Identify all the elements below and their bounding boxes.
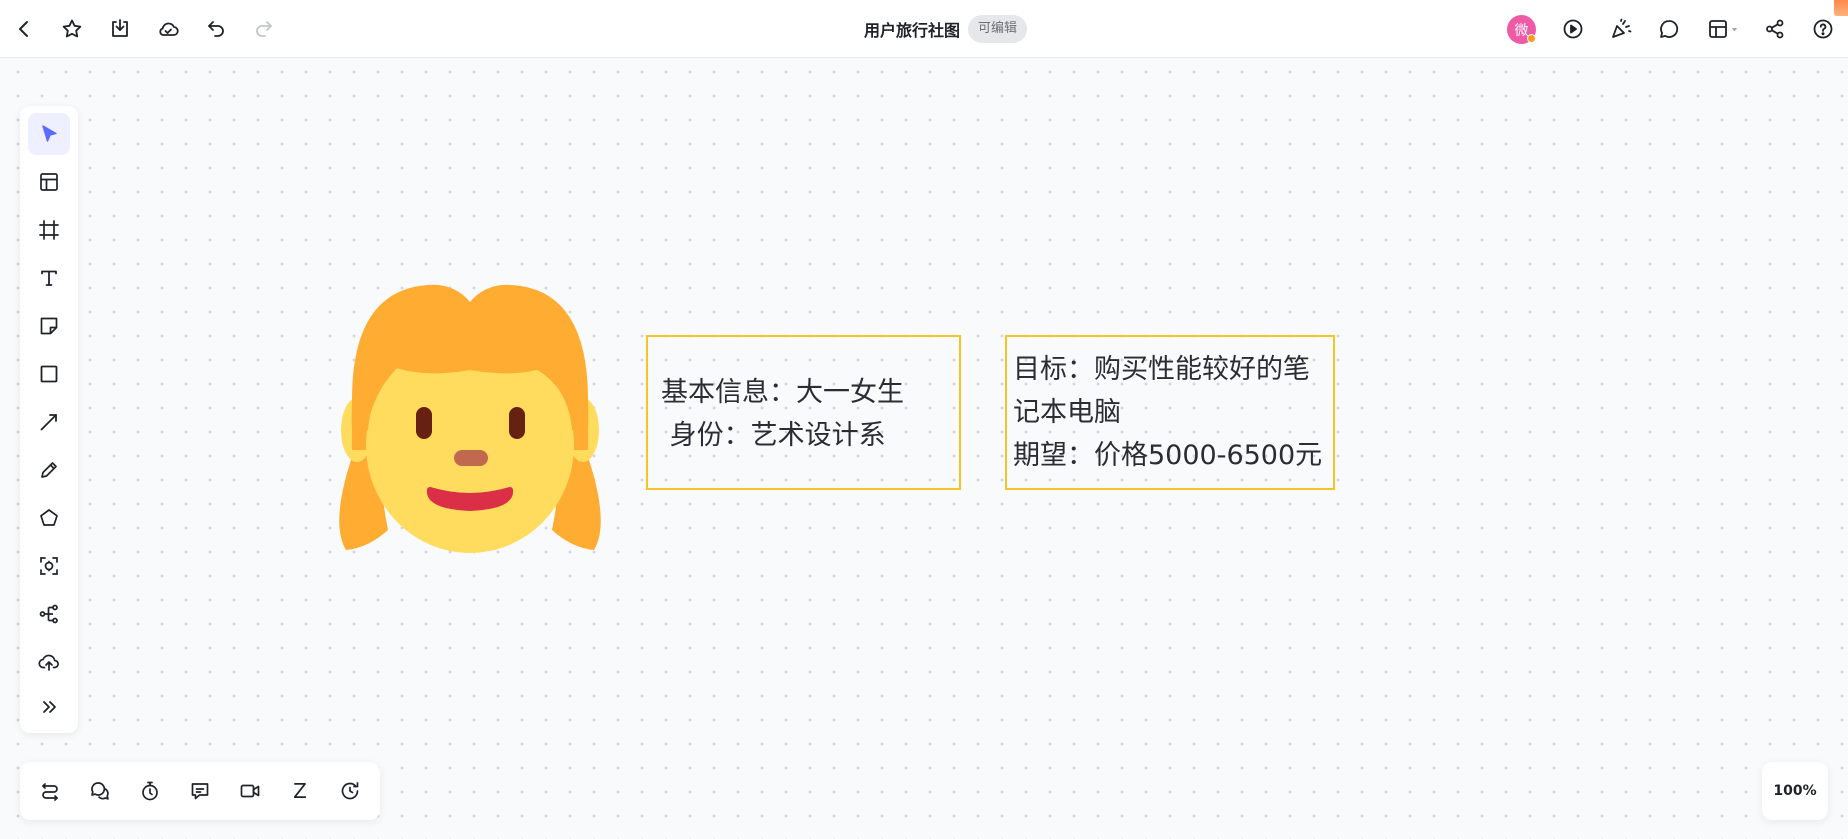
sticky-note-tool[interactable] [28, 305, 70, 347]
pen-tool[interactable] [28, 449, 70, 491]
redo-icon[interactable] [249, 14, 279, 44]
corner-flag [1834, 0, 1848, 16]
play-icon[interactable] [1558, 14, 1588, 44]
chat-tool[interactable] [82, 773, 118, 809]
video-tool[interactable] [232, 773, 268, 809]
z-label: Z [293, 779, 307, 803]
undo-icon[interactable] [201, 14, 231, 44]
note-text-line: 身份：艺术设计系 [661, 420, 886, 451]
avatar-status-dot [1527, 34, 1536, 43]
template-icon [40, 173, 58, 191]
back-icon[interactable] [9, 14, 39, 44]
help-icon[interactable] [1808, 14, 1838, 44]
flow-icon [42, 783, 58, 801]
star-icon[interactable] [57, 14, 87, 44]
ai-tool[interactable] [28, 545, 70, 587]
sticky-note-icon [40, 317, 58, 335]
note-text-line: 期望：价格5000-6500元 [1013, 440, 1323, 471]
history-icon [341, 782, 359, 800]
z-tool[interactable]: Z [282, 773, 318, 809]
text-tool[interactable] [28, 257, 70, 299]
left-toolbar [20, 106, 78, 733]
document-title[interactable]: 用户旅行社图 [864, 17, 960, 41]
mindmap-tool[interactable] [28, 593, 70, 635]
bottom-toolbar: Z [20, 762, 380, 820]
girl-face-emoji[interactable] [338, 280, 602, 555]
flow-tool[interactable] [32, 773, 68, 809]
line-icon [40, 414, 57, 431]
title-area: 用户旅行社图 可编辑 [864, 14, 1028, 44]
more-tool[interactable] [28, 686, 70, 728]
comment-box-icon [191, 783, 209, 800]
edit-status-badge[interactable]: 可编辑 [968, 15, 1028, 43]
cloud-icon[interactable] [153, 14, 183, 44]
chat-bubbles-icon [91, 782, 109, 800]
double-chevron-right-icon [43, 701, 56, 713]
scan-icon [40, 557, 58, 575]
note-text-line: 记本电脑 [1013, 397, 1121, 428]
note-text-line: 基本信息：大一女生 [661, 377, 904, 408]
comment-icon[interactable] [1654, 14, 1684, 44]
timer-icon [142, 781, 158, 801]
text-icon [41, 270, 57, 286]
download-icon[interactable] [105, 14, 135, 44]
template-tool[interactable] [28, 161, 70, 203]
share-icon[interactable] [1760, 14, 1790, 44]
select-tool[interactable] [28, 113, 70, 155]
cursor-icon [42, 125, 57, 142]
note-text-line: 目标：购买性能较好的笔 [1013, 354, 1310, 385]
video-icon [240, 784, 260, 798]
sticky-note-goal[interactable]: 目标：购买性能较好的笔 记本电脑 期望：价格5000-6500元 [1005, 335, 1335, 490]
polygon-tool[interactable] [28, 497, 70, 539]
mindmap-icon [39, 604, 58, 624]
top-bar: 用户旅行社图 可编辑 微 [0, 0, 1848, 58]
upload-tool[interactable] [28, 641, 70, 683]
cloud-upload-icon [38, 654, 59, 671]
line-tool[interactable] [28, 401, 70, 443]
timer-tool[interactable] [132, 773, 168, 809]
rectangle-tool[interactable] [28, 353, 70, 395]
frame-tool[interactable] [28, 209, 70, 251]
zoom-level[interactable]: 100% [1762, 762, 1828, 820]
rectangle-icon [40, 365, 58, 383]
celebrate-icon[interactable] [1606, 14, 1636, 44]
comment-tool[interactable] [182, 773, 218, 809]
history-tool[interactable] [332, 773, 368, 809]
sticky-note-basic-info[interactable]: 基本信息：大一女生 身份：艺术设计系 [646, 335, 961, 490]
chevron-down-icon [1731, 27, 1737, 31]
frame-icon [39, 220, 59, 240]
layout-icon[interactable] [1702, 14, 1742, 44]
pen-icon [41, 462, 57, 478]
pentagon-icon [40, 509, 58, 526]
